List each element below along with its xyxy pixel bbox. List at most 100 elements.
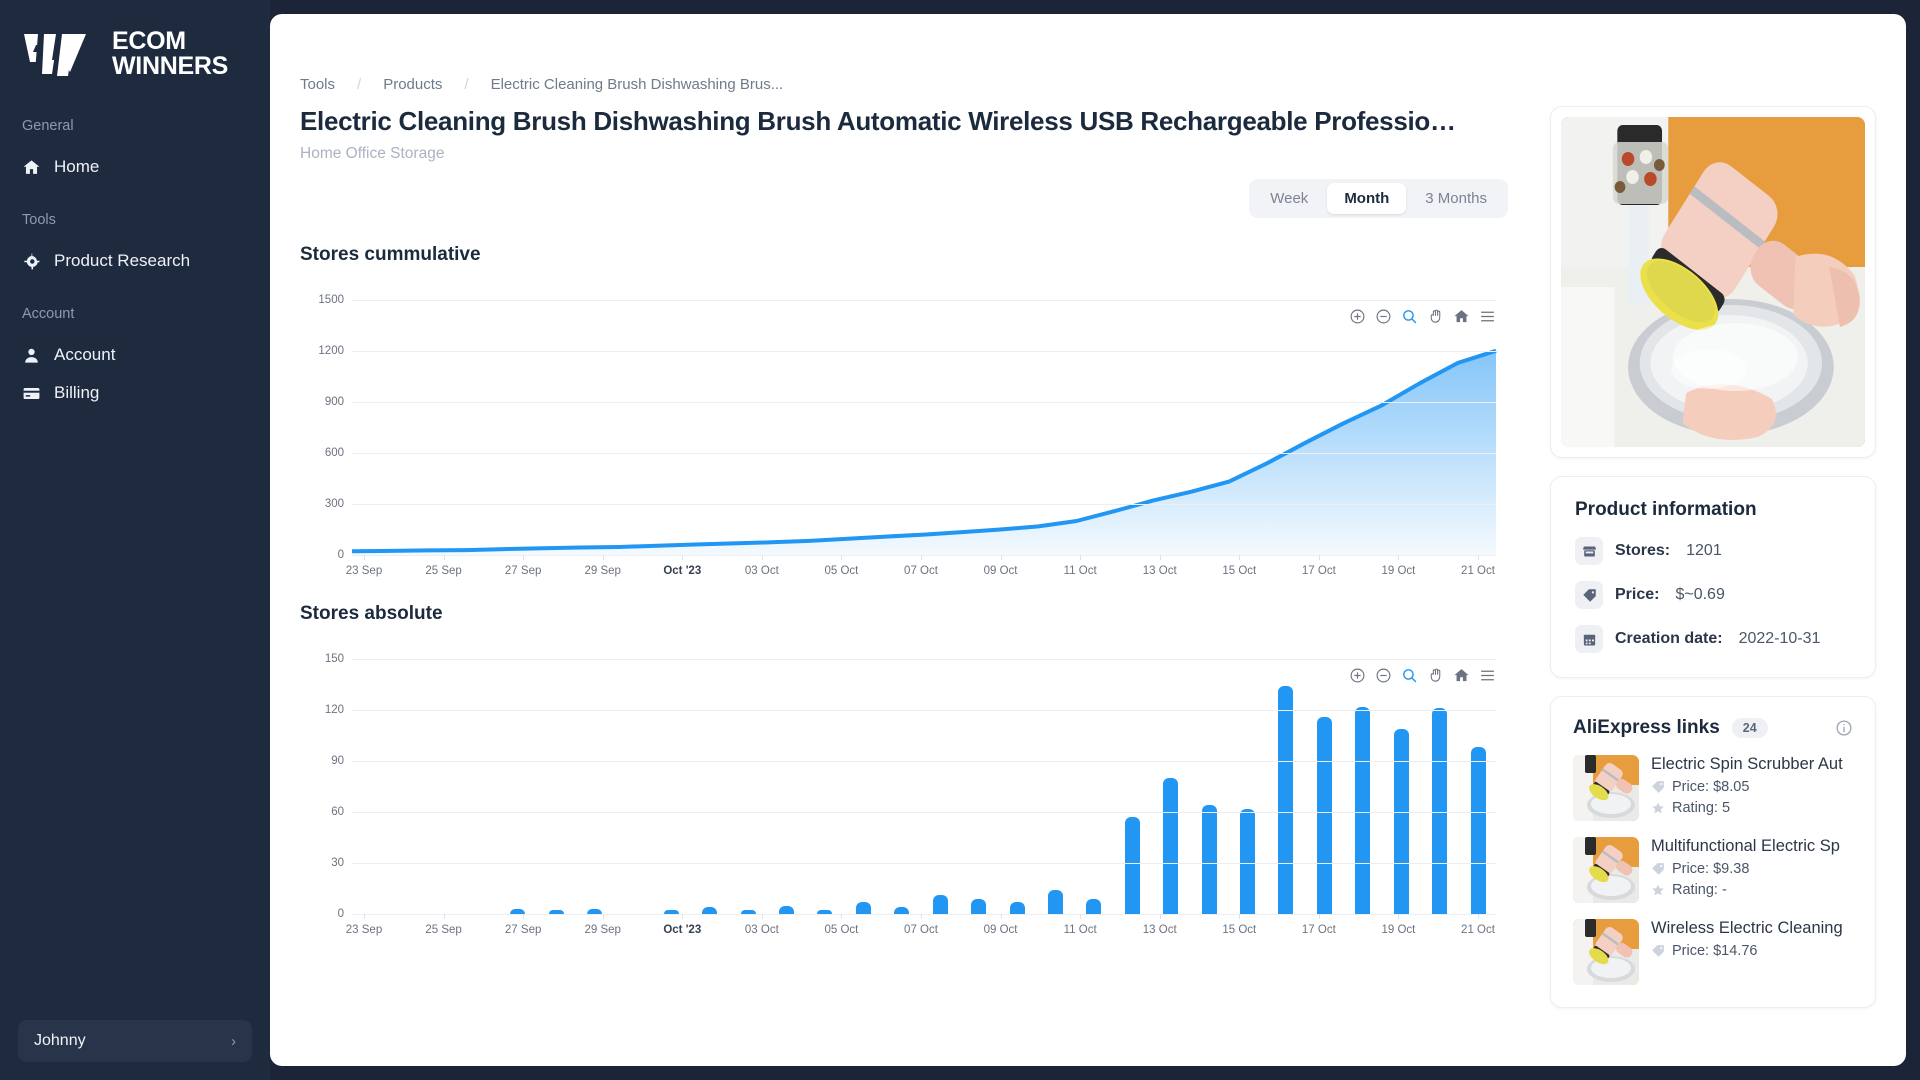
bar[interactable] xyxy=(1201,805,1217,914)
info-row-stores: Stores: 1201 xyxy=(1575,537,1851,565)
bar[interactable] xyxy=(1009,902,1025,914)
user-profile-button[interactable]: Johnny › xyxy=(18,1020,252,1062)
range-option-week[interactable]: Week xyxy=(1253,183,1325,214)
list-item[interactable]: Electric Spin Scrubber Aut Price: $8.05 … xyxy=(1573,755,1853,821)
bar[interactable] xyxy=(1047,890,1063,914)
y-axis-tick: 0 xyxy=(337,549,344,561)
breadcrumb-separator: / xyxy=(357,75,362,93)
grid-line xyxy=(352,863,1496,864)
breadcrumb-item-tools[interactable]: Tools xyxy=(300,76,335,93)
sidebar-item-product-research[interactable]: Product Research xyxy=(0,242,270,280)
info-label-price: Price: xyxy=(1615,586,1660,603)
reset-home-icon[interactable] xyxy=(1453,667,1470,684)
aliexpress-links-header: AliExpress links 24 xyxy=(1573,717,1853,739)
bar[interactable] xyxy=(1086,898,1102,914)
area-series-cumulative xyxy=(352,300,1496,555)
x-axis-tick: 11 Oct xyxy=(1063,565,1097,577)
zoom-out-icon[interactable] xyxy=(1375,308,1392,325)
x-axis-cumulative: 23 Sep 25 Sep 27 Sep 29 Sep Oct '23 03 Oct 05 … xyxy=(346,555,1496,581)
plot-cumulative[interactable]: 0 300 600 900 1200 1500 23 Sep 25 Sep 27 Sep 29 … xyxy=(300,294,1524,577)
brand-logo[interactable]: ECOM WINNERS xyxy=(0,0,270,80)
zoom-in-icon[interactable] xyxy=(1349,667,1366,684)
chart-box-cumulative: 0 300 600 900 1200 1500 23 Sep 25 Sep 27 Sep 29 … xyxy=(300,294,1524,577)
x-axis-tickmark xyxy=(761,914,763,919)
bar[interactable] xyxy=(855,902,871,914)
credit-card-icon xyxy=(22,384,41,403)
x-axis-tickmark xyxy=(1318,914,1320,919)
x-axis-tick: 21 Oct xyxy=(1461,565,1495,577)
x-axis-tickmark xyxy=(921,914,922,919)
bar[interactable] xyxy=(1163,778,1179,914)
bar[interactable] xyxy=(1470,747,1486,914)
reset-home-icon[interactable] xyxy=(1453,308,1470,325)
sidebar-item-account[interactable]: Account xyxy=(0,336,270,374)
star-icon xyxy=(1652,802,1664,814)
pan-icon[interactable] xyxy=(1427,308,1444,325)
range-option-3-months[interactable]: 3 Months xyxy=(1408,183,1504,214)
link-thumbnail xyxy=(1573,837,1639,903)
x-axis-tick: 23 Sep xyxy=(345,924,383,936)
link-price-text: Price: $14.76 xyxy=(1672,943,1758,959)
x-axis-tick: 03 Oct xyxy=(744,924,779,936)
info-icon[interactable] xyxy=(1835,719,1853,737)
x-axis-tickmark xyxy=(761,555,763,560)
bar[interactable] xyxy=(894,907,910,914)
bar[interactable] xyxy=(971,898,987,914)
link-body: Multifunctional Electric Sp Price: $9.38… xyxy=(1651,837,1853,903)
x-axis-tickmark xyxy=(443,914,445,919)
range-option-month[interactable]: Month xyxy=(1327,183,1407,214)
bar[interactable] xyxy=(1278,686,1294,914)
nav-group-label-tools: Tools xyxy=(22,212,56,228)
menu-icon[interactable] xyxy=(1479,667,1496,684)
sidebar-item-label-billing: Billing xyxy=(54,383,100,402)
x-axis-tick: 05 Oct xyxy=(824,924,859,936)
sidebar-item-billing[interactable]: Billing xyxy=(0,374,270,412)
star-icon xyxy=(1652,884,1664,896)
y-axis-cumulative: 0 300 600 900 1200 1500 xyxy=(300,294,352,561)
plot-absolute[interactable]: 0 30 60 90 120 150 23 Sep 25 Sep 27 Sep 29 Sep Oc… xyxy=(300,653,1524,936)
menu-icon[interactable] xyxy=(1479,308,1496,325)
nav-group-label-account: Account xyxy=(22,306,75,322)
x-axis-tickmark xyxy=(1000,914,1002,919)
link-price-text: Price: $8.05 xyxy=(1672,779,1750,795)
bar[interactable] xyxy=(932,895,948,914)
sidebar-item-home[interactable]: Home xyxy=(0,148,270,186)
bar[interactable] xyxy=(1355,706,1371,914)
x-axis-tick: 25 Sep xyxy=(425,565,462,577)
plot-area-cumulative xyxy=(352,300,1496,556)
bar[interactable] xyxy=(779,905,795,914)
x-axis-absolute: 23 Sep 25 Sep 27 Sep 29 Sep Oct '23 03 Oct 05 … xyxy=(346,914,1496,940)
link-title: Multifunctional Electric Sp xyxy=(1651,837,1840,855)
x-axis-tickmark xyxy=(1239,555,1241,560)
x-axis-tickmark xyxy=(602,914,604,919)
zoom-in-icon[interactable] xyxy=(1349,308,1366,325)
link-price: Price: $9.38 xyxy=(1651,861,1853,877)
y-axis-tick: 300 xyxy=(324,498,344,510)
home-icon xyxy=(22,158,41,177)
zoom-out-icon[interactable] xyxy=(1375,667,1392,684)
selection-zoom-icon[interactable] xyxy=(1401,308,1418,325)
selection-zoom-icon[interactable] xyxy=(1401,667,1418,684)
pan-icon[interactable] xyxy=(1427,667,1444,684)
bar[interactable] xyxy=(1393,728,1409,914)
list-item[interactable]: Wireless Electric Cleaning Price: $14.76 xyxy=(1573,919,1853,985)
y-axis-tick: 120 xyxy=(324,704,344,716)
breadcrumb-item-products[interactable]: Products xyxy=(383,76,442,93)
bar[interactable] xyxy=(1316,716,1332,914)
bar[interactable] xyxy=(1240,808,1256,914)
range-selector-wrap: Week Month 3 Months xyxy=(300,179,1524,218)
nav-group-account: Account Account Billing xyxy=(0,306,270,412)
x-axis-tickmark xyxy=(1000,555,1002,560)
nav-group-tools: Tools Product Research xyxy=(0,212,270,280)
x-axis-tickmark xyxy=(364,914,365,919)
link-rating: Rating: - xyxy=(1651,882,1853,898)
bar[interactable] xyxy=(1124,817,1140,914)
sidebar-nav: General Home Tools Product Research Acco… xyxy=(0,118,270,412)
bar[interactable] xyxy=(702,907,718,914)
x-axis-tick: 07 Oct xyxy=(904,565,938,577)
link-title: Electric Spin Scrubber Aut xyxy=(1651,755,1843,773)
chart-toolbar-absolute xyxy=(1349,667,1496,684)
chart-title-absolute: Stores absolute xyxy=(300,603,443,624)
breadcrumb-separator: / xyxy=(464,75,469,93)
list-item[interactable]: Multifunctional Electric Sp Price: $9.38… xyxy=(1573,837,1853,903)
